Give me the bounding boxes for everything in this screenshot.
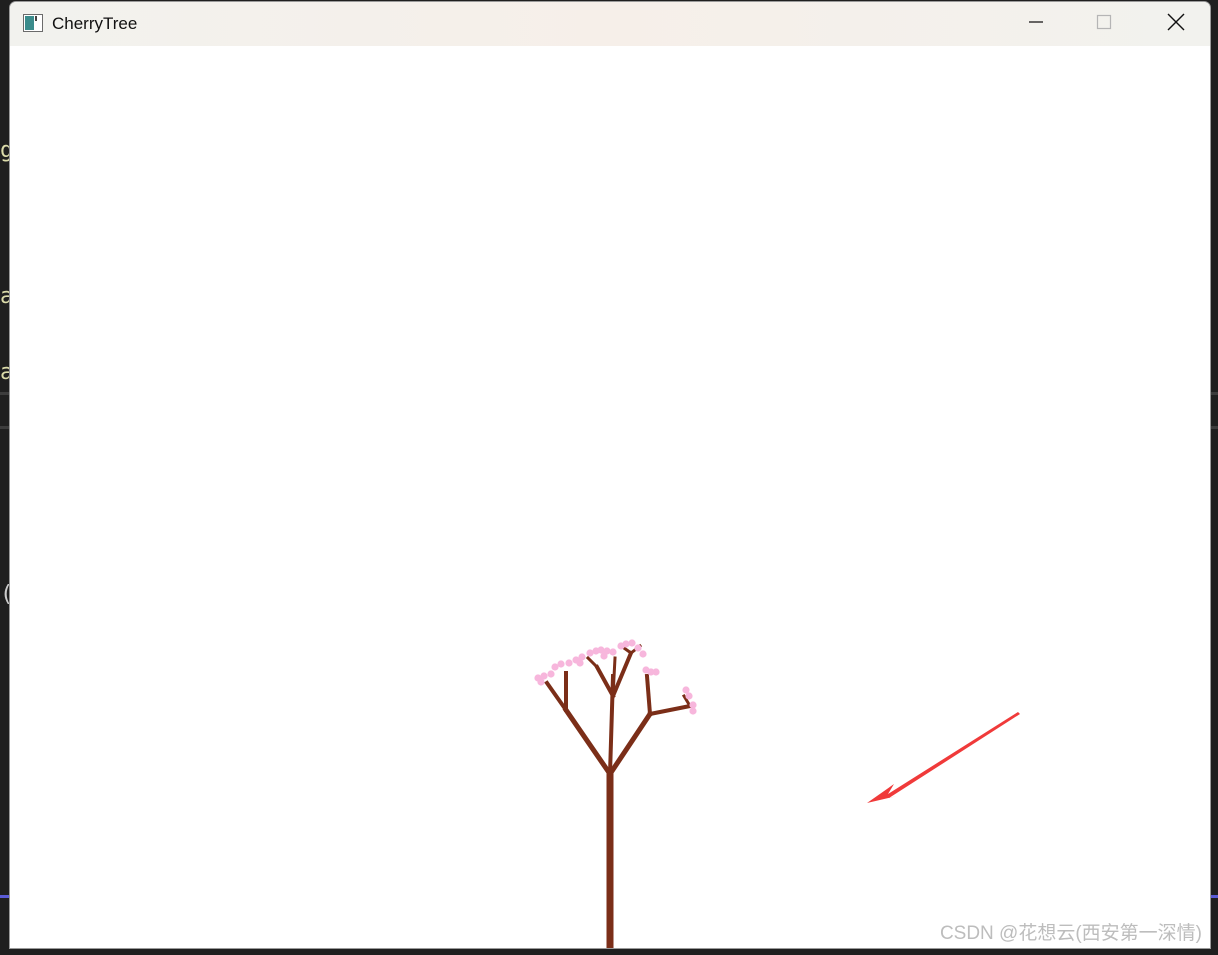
app-window-icon xyxy=(23,14,43,32)
branch xyxy=(606,710,654,778)
minimize-button[interactable] xyxy=(1002,2,1070,46)
blossom xyxy=(600,652,608,660)
close-button[interactable] xyxy=(1142,2,1210,46)
blossom xyxy=(565,659,573,667)
blossom xyxy=(622,640,630,648)
blossom xyxy=(685,692,693,700)
blossom xyxy=(634,644,642,652)
maximize-button[interactable] xyxy=(1070,2,1138,46)
blossom xyxy=(639,650,647,658)
watermark: CSDN @花想云(西安第一深情) xyxy=(939,923,1202,944)
blossom xyxy=(547,670,555,678)
branch xyxy=(562,706,614,778)
window-title: CherryTree xyxy=(52,14,138,33)
drawing-canvas[interactable]: CSDN @花想云(西安第一深情) xyxy=(10,46,1210,948)
blossom xyxy=(609,648,617,656)
minimize-icon xyxy=(1028,14,1044,34)
branch xyxy=(621,645,634,656)
branch xyxy=(644,673,653,717)
maximize-icon xyxy=(1096,14,1112,34)
branch xyxy=(647,703,693,717)
cherrytree-window: CherryTree CSDN @花想云(西安第一深情) xyxy=(10,2,1210,948)
blossom xyxy=(628,639,636,647)
branch xyxy=(585,655,600,670)
blossom xyxy=(537,678,545,686)
tree-branches xyxy=(544,643,693,948)
branch xyxy=(611,656,617,698)
branch xyxy=(544,680,569,713)
close-icon xyxy=(1167,13,1185,35)
blossom xyxy=(557,660,565,668)
cherry-tree-drawing xyxy=(534,639,1020,948)
annotation-arrow xyxy=(867,712,1020,803)
blossom xyxy=(576,659,584,667)
branch xyxy=(594,664,616,699)
blossom xyxy=(689,707,697,715)
title-bar[interactable]: CherryTree xyxy=(10,2,1210,46)
blossom xyxy=(652,668,660,676)
